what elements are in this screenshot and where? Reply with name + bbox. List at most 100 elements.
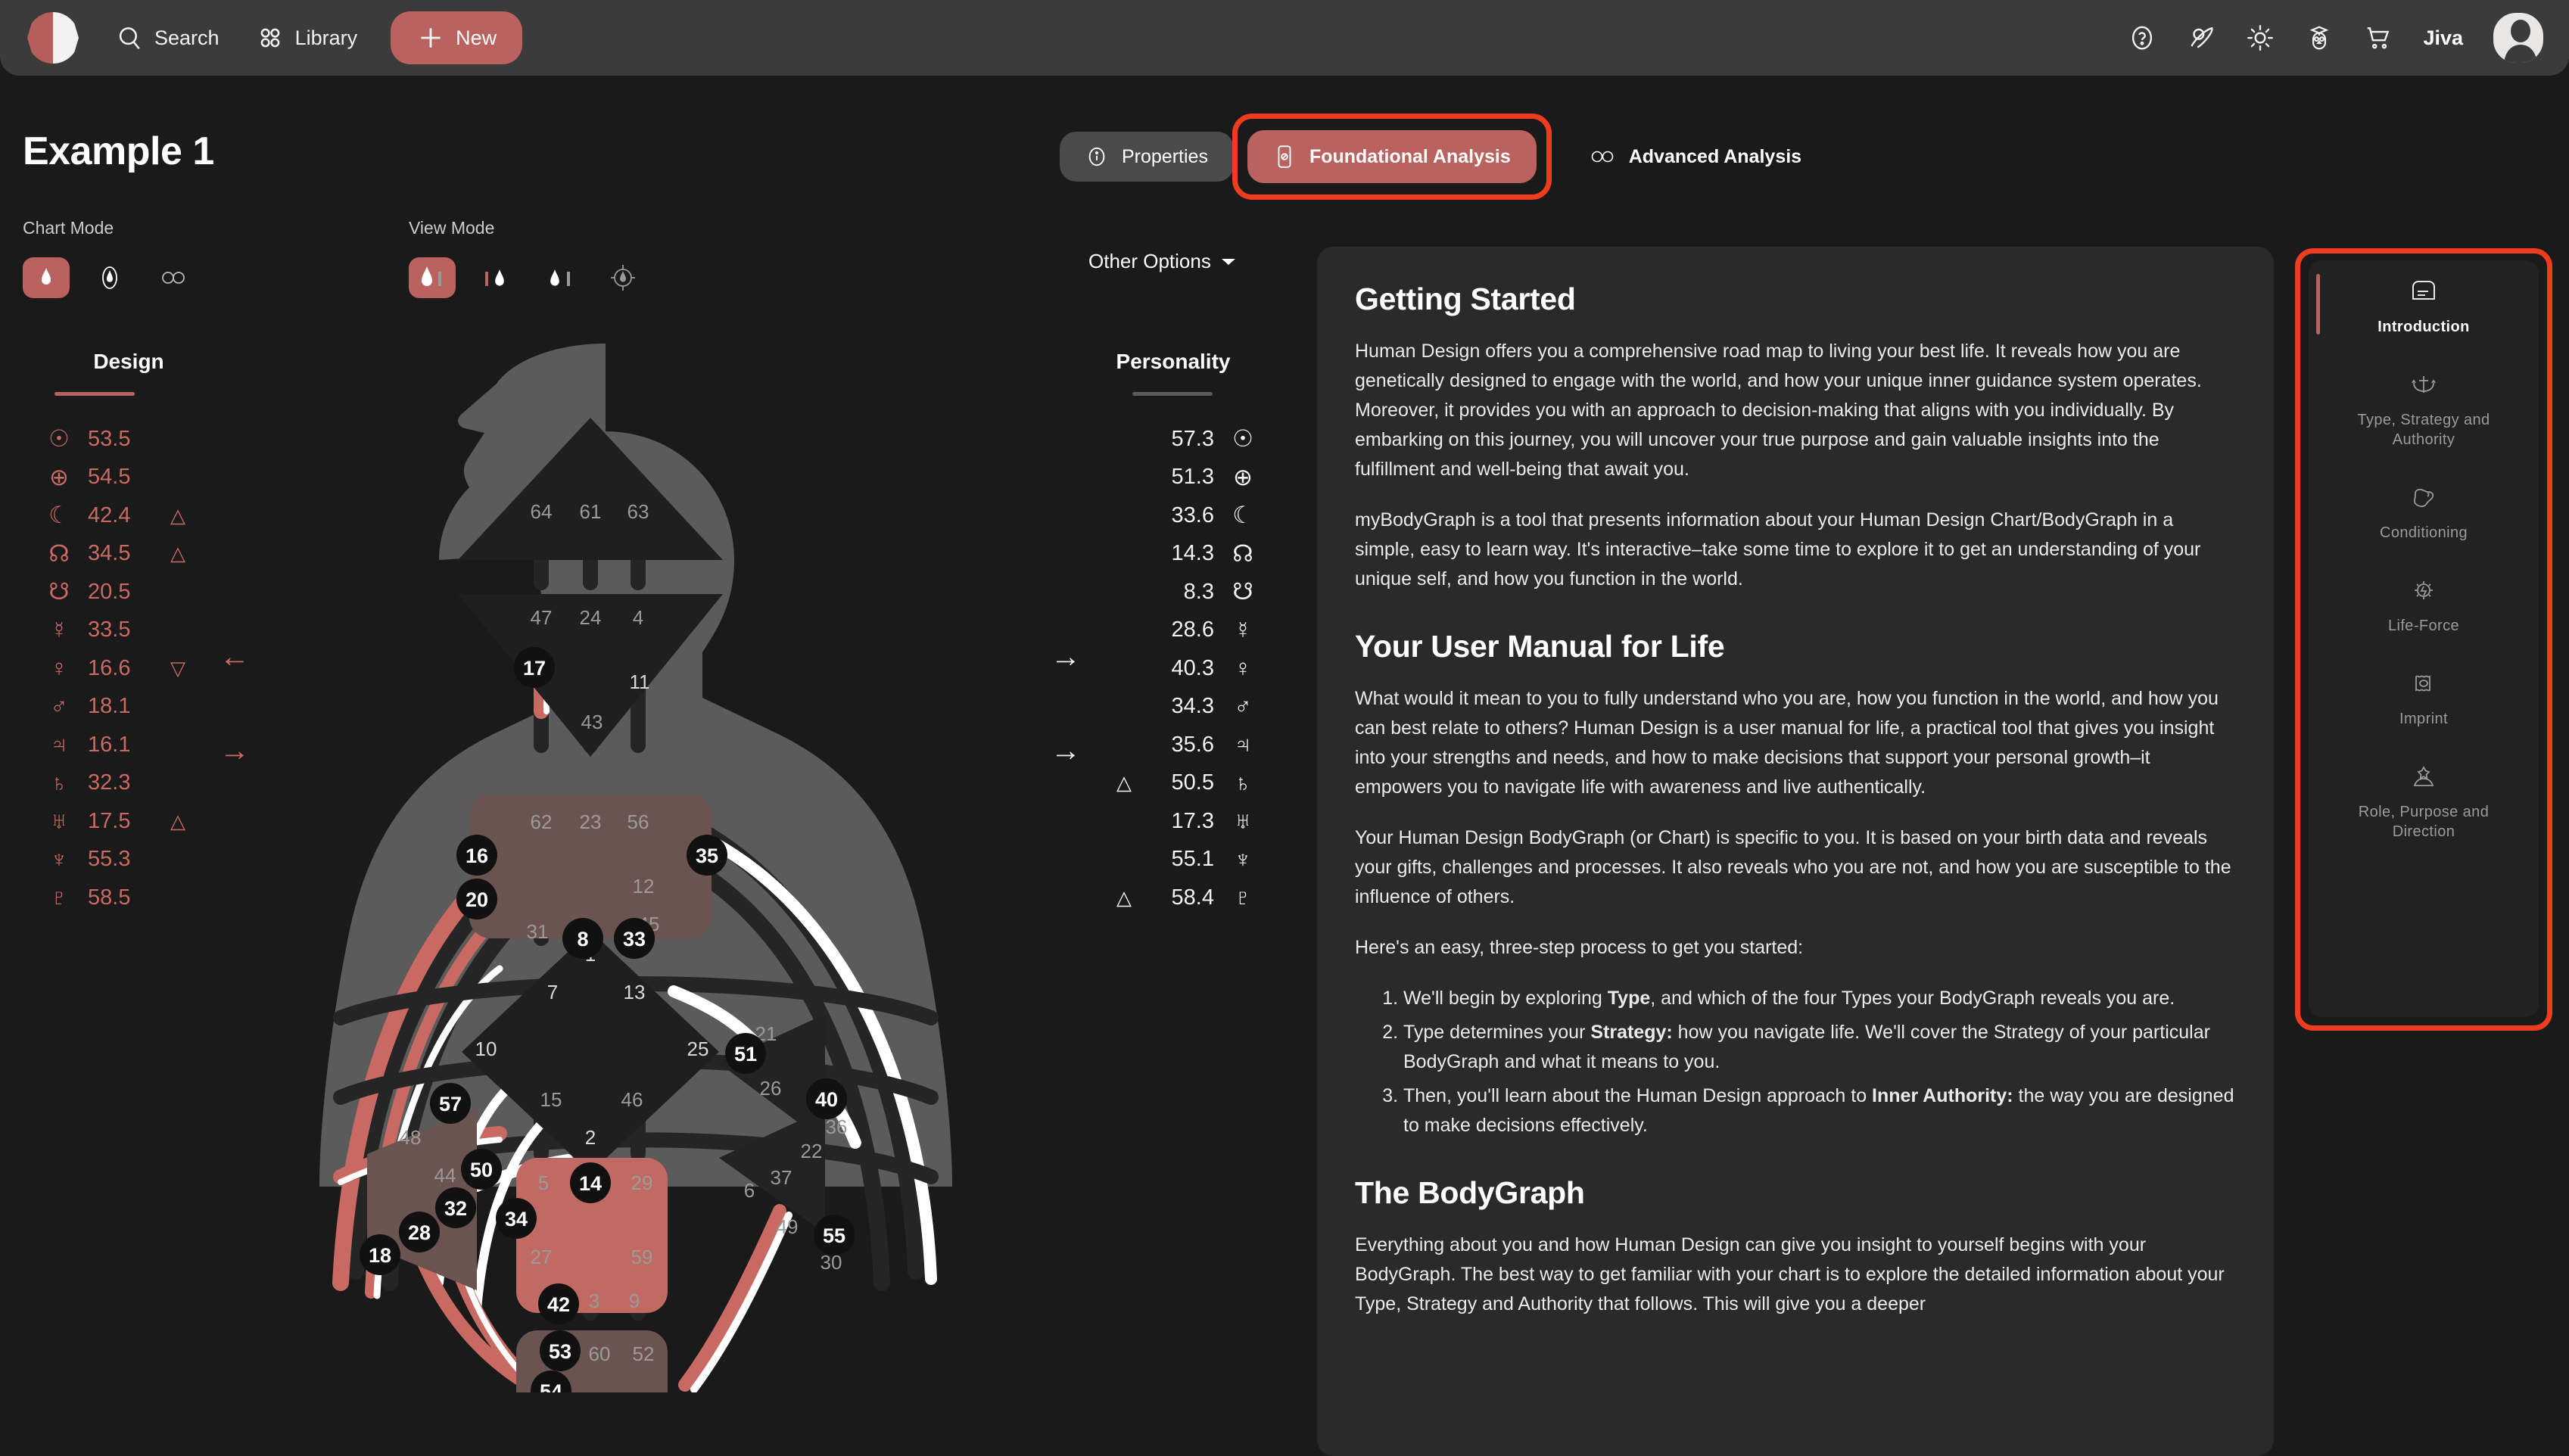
sidebar-item-role-purpose-and-direction[interactable]: Role, Purpose and Direction xyxy=(2309,745,2539,858)
steps-list-item: We'll begin by exploring Type, and which… xyxy=(1403,984,2236,1013)
other-options-label: Other Options xyxy=(1088,250,1211,272)
view-mode-person-right-bar[interactable] xyxy=(536,257,583,298)
logo-left-half xyxy=(27,12,53,64)
personality-row-south-node[interactable]: 8.3 ☋ xyxy=(1090,577,1256,607)
sidebar-item-conditioning[interactable]: Conditioning xyxy=(2309,466,2539,559)
bodygraph-chart[interactable]: 646163 47244 1143 622356 124531 1 713 10… xyxy=(250,333,1022,1456)
view-mode-person-left-bar[interactable] xyxy=(409,257,456,298)
personality-row-pluto[interactable]: △ 58.4 ♇ xyxy=(1090,882,1256,913)
help-circle-icon[interactable] xyxy=(2128,23,2156,52)
personality-value-uranus: 17.3 xyxy=(1171,808,1214,833)
personality-row-north-node[interactable]: 14.3 ☊ xyxy=(1090,539,1256,569)
design-row-venus[interactable]: ♀ 16.6 ▽ xyxy=(45,653,189,683)
design-row-mars[interactable]: ♂ 18.1 xyxy=(45,692,189,722)
sidebar-item-type-strategy-and-authority[interactable]: Type, Strategy and Authority xyxy=(2309,353,2539,466)
design-row-neptune[interactable]: ♆ 55.3 xyxy=(45,845,189,875)
energy-wheel-icon xyxy=(2411,579,2437,605)
svg-text:55: 55 xyxy=(823,1224,845,1247)
sidebar-item-life-force[interactable]: Life-Force xyxy=(2309,559,2539,652)
svg-text:32: 32 xyxy=(444,1197,467,1220)
section-paragraph: Here's an easy, three-step process to ge… xyxy=(1355,937,1804,958)
personality-row-earth[interactable]: 51.3 ⊕ xyxy=(1090,462,1256,493)
personality-glyph-earth: ⊕ xyxy=(1233,463,1253,490)
design-row-jupiter[interactable]: ♃ 16.1 xyxy=(45,730,189,760)
svg-text:8: 8 xyxy=(577,928,588,950)
personality-value-neptune: 55.1 xyxy=(1171,847,1214,871)
personality-row-moon[interactable]: 33.6 ☾ xyxy=(1090,500,1256,530)
personality-value-mercury: 28.6 xyxy=(1171,618,1214,642)
sidebar-item-label: Imprint xyxy=(2399,711,2448,727)
personality-row-uranus[interactable]: 17.3 ♅ xyxy=(1090,806,1256,836)
new-button[interactable]: New xyxy=(391,11,523,64)
svg-text:37: 37 xyxy=(771,1166,792,1189)
avatar[interactable] xyxy=(2493,13,2543,63)
library-nav-button[interactable]: Library xyxy=(256,23,357,52)
planet-orbit-icon[interactable] xyxy=(2187,23,2216,52)
analysis-tab-row: Properties Foundational Analysis Advance… xyxy=(1060,114,1827,200)
personality-row-mercury[interactable]: 28.6 ☿ xyxy=(1090,615,1256,646)
other-options-dropdown[interactable]: Other Options xyxy=(1088,250,1237,273)
design-row-moon[interactable]: ☾ 42.4 △ xyxy=(45,500,189,530)
sidebar-item-introduction[interactable]: Introduction xyxy=(2309,260,2539,353)
personality-mark-pluto: △ xyxy=(1116,885,1132,909)
svg-text:10: 10 xyxy=(475,1038,497,1060)
design-row-earth[interactable]: ⊕ 54.5 xyxy=(45,462,189,493)
chart-mode-label: Chart Mode xyxy=(23,218,114,238)
search-nav-button[interactable]: Search xyxy=(115,23,220,52)
section-paragraph: Human Design offers you a comprehensive … xyxy=(1355,341,2202,480)
analysis-content-panel[interactable]: Getting Started Human Design offers you a… xyxy=(1317,247,2274,1456)
tab-foundational-analysis[interactable]: Foundational Analysis xyxy=(1247,130,1537,183)
personality-row-saturn[interactable]: △ 50.5 ♄ xyxy=(1090,768,1256,798)
chart-mode-transit[interactable] xyxy=(86,257,133,298)
bodygraph-svg: 646163 47244 1143 622356 124531 1 713 10… xyxy=(319,344,952,1456)
svg-text:20: 20 xyxy=(466,888,488,911)
personality-row-neptune[interactable]: 55.1 ♆ xyxy=(1090,845,1256,875)
person-right-bar-icon xyxy=(550,269,570,286)
owl-graduate-icon[interactable] xyxy=(2305,23,2334,52)
design-row-pluto[interactable]: ♇ 58.5 xyxy=(45,882,189,913)
view-mode-target-person[interactable] xyxy=(599,257,646,298)
design-glyph-mars: ♂ xyxy=(50,692,68,720)
shopping-cart-icon[interactable] xyxy=(2364,23,2393,52)
personality-row-venus[interactable]: 40.3 ♀ xyxy=(1090,653,1256,683)
design-glyph-moon: ☾ xyxy=(48,502,70,528)
tab-advanced-analysis[interactable]: Advanced Analysis xyxy=(1564,132,1827,182)
chevron-down-icon xyxy=(1221,258,1235,265)
steps-list-item: Type determines your Strategy: how you n… xyxy=(1403,1018,2236,1077)
person-star-icon xyxy=(2411,765,2437,792)
design-glyph-pluto: ♇ xyxy=(50,884,68,910)
design-row-south-node[interactable]: ☋ 20.5 xyxy=(45,577,189,607)
design-row-saturn[interactable]: ♄ 32.3 xyxy=(45,768,189,798)
sun-icon[interactable] xyxy=(2246,23,2275,52)
svg-text:15: 15 xyxy=(540,1088,562,1111)
svg-text:49: 49 xyxy=(777,1215,799,1238)
design-row-mercury[interactable]: ☿ 33.5 xyxy=(45,615,189,646)
svg-text:27: 27 xyxy=(531,1246,553,1268)
design-row-uranus[interactable]: ♅ 17.5 △ xyxy=(45,806,189,836)
personality-row-jupiter[interactable]: 35.6 ♃ xyxy=(1090,730,1256,760)
personality-mark-saturn: △ xyxy=(1116,771,1132,794)
section-heading: The BodyGraph xyxy=(1355,1175,1585,1210)
design-row-north-node[interactable]: ☊ 34.5 △ xyxy=(45,539,189,569)
chart-mode-connection[interactable] xyxy=(150,257,197,298)
view-mode-bar-left-person[interactable] xyxy=(472,257,519,298)
sidebar-item-imprint[interactable]: Imprint xyxy=(2309,652,2539,745)
chart-mode-options xyxy=(23,257,197,298)
personality-glyph-mercury: ☿ xyxy=(1234,616,1252,643)
tab-advanced-label: Advanced Analysis xyxy=(1628,145,1802,167)
svg-text:62: 62 xyxy=(531,810,553,833)
tab-properties[interactable]: Properties xyxy=(1060,132,1234,182)
search-icon xyxy=(119,27,140,50)
design-glyph-venus: ♀ xyxy=(50,655,68,681)
personality-row-sun[interactable]: 57.3 ☉ xyxy=(1090,424,1256,454)
design-row-sun[interactable]: ☉ 53.5 xyxy=(45,424,189,454)
personality-row-mars[interactable]: 34.3 ♂ xyxy=(1090,692,1256,722)
design-glyph-sun: ☉ xyxy=(48,425,70,452)
svg-text:50: 50 xyxy=(470,1159,493,1181)
design-value-venus: 16.6 xyxy=(88,655,131,680)
book-open-icon xyxy=(2411,280,2437,306)
chart-mode-single[interactable] xyxy=(23,257,70,298)
app-logo[interactable] xyxy=(27,12,79,64)
imprint-frame-icon xyxy=(2411,672,2437,698)
svg-text:9: 9 xyxy=(629,1290,640,1312)
